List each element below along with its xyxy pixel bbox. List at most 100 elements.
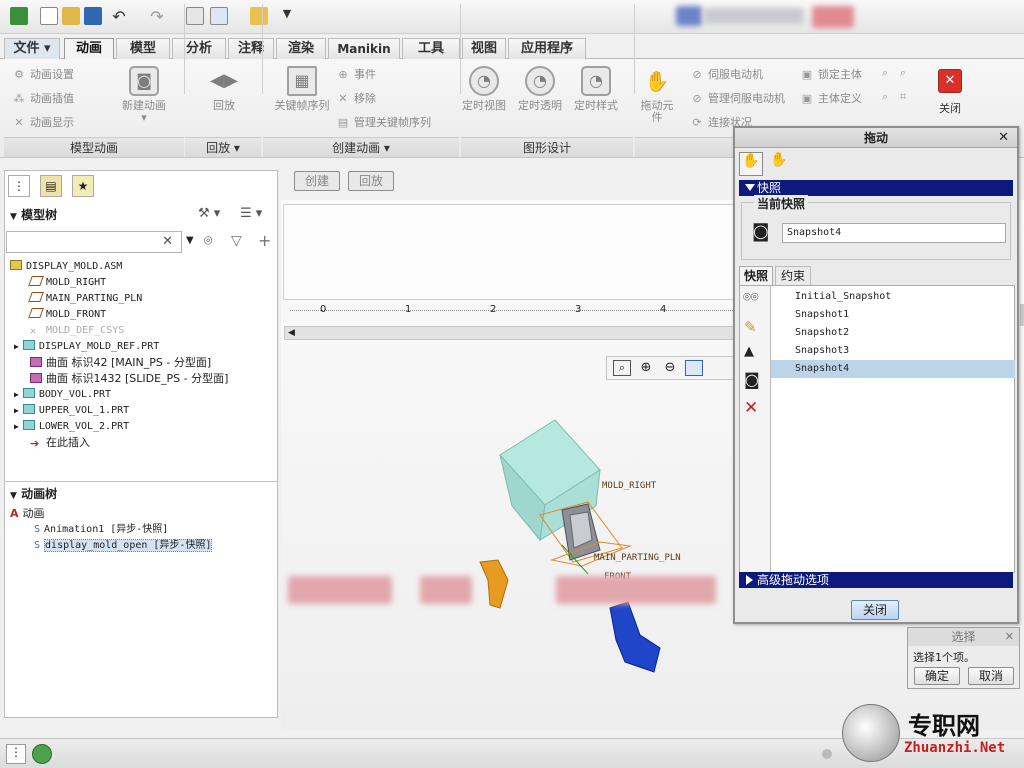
save-icon[interactable] [84,7,102,25]
tab-snapshots[interactable]: 快照 [739,266,773,285]
animation-display-item[interactable]: ✕ 动画显示 [12,114,74,130]
snapshot-list[interactable]: Initial_Snapshot Snapshot1 Snapshot2 Sna… [770,286,1015,572]
keyframe-sequence-button[interactable]: ▦ 关键帧序列 [274,66,330,112]
animation-root[interactable]: A 动画 [10,506,45,521]
tab-view[interactable]: 视图 [462,38,506,59]
group-create-animation[interactable]: 创建动画 ▾ [263,137,459,157]
tree-item-assembly[interactable]: DISPLAY_MOLD.ASM [10,259,122,274]
tree-item-part[interactable]: ▶ BODY_VOL.PRT [14,387,111,402]
add-snapshot-icon[interactable]: ▲ [744,344,754,359]
open-folder-icon[interactable] [62,7,80,25]
tree-columns-icon[interactable]: ☰ ▾ [240,206,262,221]
snapshot-item[interactable]: Snapshot3 [771,342,1015,360]
animation-item-selected[interactable]: Sdisplay_mold_open [异步-快照] [34,538,213,553]
navigator-toggle-icon[interactable]: ⋮ [6,744,26,764]
browser-toggle-icon[interactable] [32,744,52,764]
snapshot-item[interactable]: Snapshot2 [771,324,1015,342]
expand-icon[interactable]: ▶ [14,422,19,431]
current-snapshot-field[interactable]: Snapshot4 [782,223,1006,243]
animation-interpolation-item[interactable]: ⁂ 动画插值 [12,90,75,106]
tab-manikin[interactable]: Manikin [328,38,400,59]
snapshot-item[interactable]: Initial_Snapshot [771,288,1015,306]
search-field[interactable] [9,233,159,251]
undo-icon[interactable]: ↶ [110,7,128,26]
tab-applications[interactable]: 应用程序 [508,38,586,59]
animation-settings-item[interactable]: ⚙ 动画设置 [12,66,74,82]
view-tools[interactable]: ⌕ ⌗ [878,90,910,103]
model-tree-tab-icon[interactable]: ⋮ [8,175,30,197]
snapshot-item[interactable]: Snapshot1 [771,306,1015,324]
tab-render[interactable]: 渲染 [276,38,326,59]
expand-icon[interactable]: ▶ [14,390,19,399]
view-snapshot-icon[interactable]: ⌾⌾ [743,290,759,305]
expand-icon[interactable]: ▶ [14,406,19,415]
camera-icon[interactable]: ◙ [752,221,769,242]
create-button[interactable]: 创建 [294,171,340,191]
file-menu[interactable]: 文件 ▾ [4,38,60,59]
cancel-button[interactable]: 取消 [968,667,1014,685]
timed-view-button[interactable]: ◔ 定时视图 [462,66,506,112]
tab-model[interactable]: 模型 [116,38,170,59]
zoom-in-icon[interactable]: ⊕ [637,360,655,376]
tree-item-part[interactable]: ▶ DISPLAY_MOLD_REF.PRT [14,339,159,354]
manage-keyframe-item[interactable]: ▤ 管理关键帧序列 [336,114,431,130]
folder-tab-icon[interactable]: ▤ [40,175,62,197]
tab-tools[interactable]: 工具 [402,38,460,59]
zoom-tools[interactable]: ⌕ ⌕ [878,66,910,79]
manage-servo-item[interactable]: ⊘ 管理伺服电动机 [690,90,785,106]
tree-item-datum[interactable]: MOLD_RIGHT [28,275,106,290]
timeline-scrollbar[interactable]: ◀ [284,326,734,340]
tree-item-csys[interactable]: ✕ MOLD_DEF_CSYS [30,323,124,338]
point-drag-icon[interactable]: ✋ [739,152,763,176]
tree-item-datum[interactable]: MAIN_PARTING_PLN [28,291,142,306]
tree-item-surface[interactable]: 曲面 标识1432 [SLIDE_PS - 分型面] [30,371,228,386]
tab-constraints[interactable]: 约束 [775,266,811,285]
tree-item-insert-here[interactable]: ➔ 在此插入 [30,435,90,450]
regenerate-icon[interactable] [186,7,204,25]
tree-item-part[interactable]: ▶ LOWER_VOL_2.PRT [14,419,129,434]
find-icon[interactable]: ⌾ [204,233,212,249]
tab-analysis[interactable]: 分析 [172,38,226,59]
add-icon[interactable]: + [258,231,271,250]
timeline-panel[interactable] [283,204,735,300]
delete-icon[interactable]: ✕ [744,398,758,418]
snapshot-item-selected[interactable]: Snapshot4 [771,360,1015,378]
event-item[interactable]: ⊕ 事件 [336,66,376,82]
lock-body-item[interactable]: ▣ 锁定主体 [800,66,862,82]
close-icon[interactable]: ✕ [1005,628,1014,646]
tree-item-surface[interactable]: 曲面 标识42 [MAIN_PS - 分型面] [30,355,211,370]
tree-item-datum[interactable]: MOLD_FRONT [28,307,106,322]
windows-icon[interactable] [210,7,228,25]
zoom-fit-icon[interactable]: ⌕ [613,360,631,376]
edit-icon[interactable]: ✎ [744,318,757,336]
tree-item-part[interactable]: ▶ UPPER_VOL_1.PRT [14,403,129,418]
group-playback[interactable]: 回放 ▾ [185,137,261,157]
timed-transparency-button[interactable]: ◔ 定时透明 [518,66,562,112]
body-definition-item[interactable]: ▣ 主体定义 [800,90,862,106]
servo-motor-item[interactable]: ⊘ 伺服电动机 [690,66,763,82]
drag-element-button[interactable]: ✋ 拖动元件 [638,66,676,124]
close-icon[interactable]: ✕ [998,128,1009,148]
body-drag-icon[interactable]: ✋ [767,152,791,176]
zoom-out-icon[interactable]: ⊖ [661,360,679,376]
take-snapshot-icon[interactable]: ◙ [744,370,760,389]
playback-toolbar-button[interactable]: 回放 [348,171,394,191]
clear-search-icon[interactable]: ✕ [162,234,173,249]
favorites-tab-icon[interactable]: ★ [72,175,94,197]
snapshot-section-header[interactable]: 快照 [739,180,1013,196]
filter-icon[interactable]: ▽ [231,233,242,249]
timed-style-button[interactable]: ◔ 定时样式 [574,66,618,112]
animation-item[interactable]: S Animation1 [异步-快照] [34,522,168,537]
expand-icon[interactable]: ▶ [14,342,19,351]
ok-button[interactable]: 确定 [914,667,960,685]
close-ribbon-button[interactable]: ✕ 关闭 [932,66,968,121]
close-dialog-button[interactable]: 关闭 [851,600,899,620]
tab-annotate[interactable]: 注释 [228,38,274,59]
new-file-icon[interactable] [40,7,58,25]
tab-animation[interactable]: 动画 [64,38,114,60]
repaint-icon[interactable] [685,360,703,376]
close-window-icon[interactable] [250,7,268,25]
redo-icon[interactable]: ↷ [148,7,166,26]
search-dropdown-icon[interactable]: ▼ [186,235,194,246]
tree-settings-icon[interactable]: ⚒ ▾ [198,206,220,221]
